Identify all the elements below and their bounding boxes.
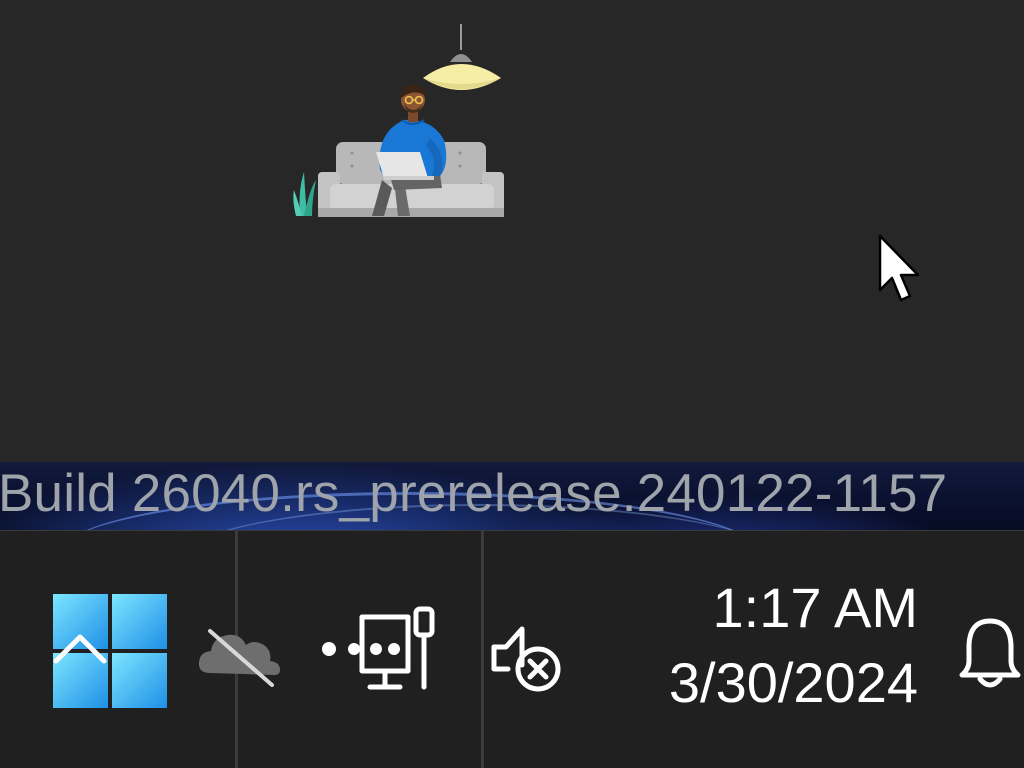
- taskbar-divider: [481, 531, 484, 768]
- mouse-pointer-icon: [878, 234, 920, 302]
- person-on-couch-illustration: [293, 24, 504, 217]
- clock-time: 1:17 AM: [712, 576, 918, 639]
- clock-date: 3/30/2024: [668, 651, 918, 714]
- build-watermark-text: Build 26040.rs_prerelease.240122-1157: [0, 464, 948, 523]
- volume-muted-icon[interactable]: [488, 617, 568, 697]
- network-disconnected-icon[interactable]: [318, 605, 446, 695]
- taskbar: 1:17 AM 3/30/2024: [0, 530, 1024, 768]
- desktop: Build 26040.rs_prerelease.240122-1157 1:…: [0, 0, 1024, 768]
- onedrive-offline-icon[interactable]: [196, 617, 286, 687]
- notification-bell-icon[interactable]: [956, 615, 1024, 695]
- build-watermark: Build 26040.rs_prerelease.240122-1157: [0, 462, 1024, 530]
- taskbar-clock[interactable]: 1:17 AM 3/30/2024: [600, 573, 918, 723]
- start-button[interactable]: [50, 591, 172, 713]
- windows-logo-icon: [53, 594, 167, 708]
